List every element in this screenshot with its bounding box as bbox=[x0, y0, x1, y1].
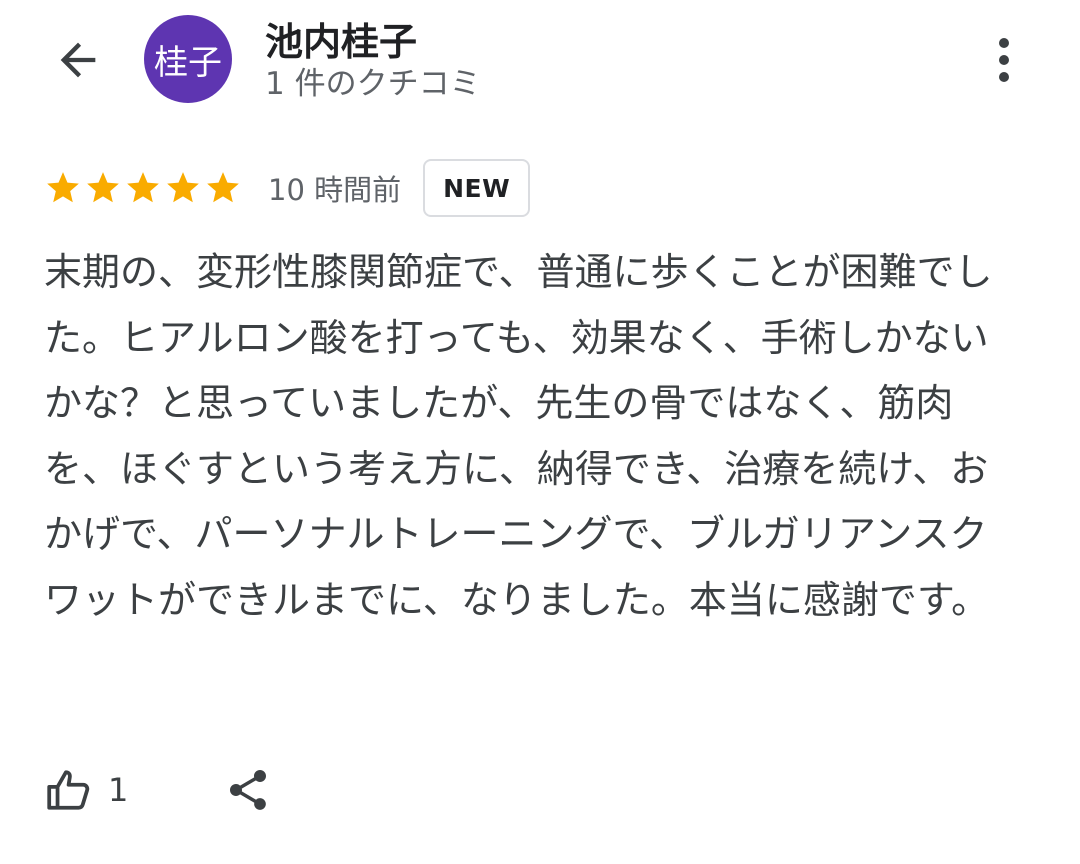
star-icon bbox=[124, 169, 162, 207]
star-icon bbox=[204, 169, 242, 207]
more-vert-icon bbox=[999, 38, 1009, 48]
star-icon bbox=[44, 169, 82, 207]
star-icon bbox=[84, 169, 122, 207]
more-options-button[interactable] bbox=[980, 30, 1028, 90]
share-button[interactable] bbox=[224, 766, 272, 814]
thumb-up-icon bbox=[47, 770, 90, 810]
share-icon bbox=[230, 770, 267, 810]
review-header: 桂子 池内桂子 1 件のクチコミ bbox=[0, 0, 1080, 120]
review-meta: 10 時間前 NEW bbox=[44, 158, 531, 218]
like-count: 1 bbox=[108, 771, 129, 809]
avatar[interactable]: 桂子 bbox=[144, 15, 232, 103]
new-badge: NEW bbox=[423, 159, 531, 217]
review-text: 末期の、変形性膝関節症で、普通に歩くことが困難でした。ヒアルロン酸を打っても、効… bbox=[44, 250, 993, 622]
like-button[interactable]: 1 bbox=[44, 765, 128, 815]
star-rating bbox=[44, 169, 242, 207]
avatar-initials: 桂子 bbox=[154, 42, 222, 83]
review-actions: 1 bbox=[44, 760, 272, 820]
review-count: 1 件のクチコミ bbox=[265, 66, 481, 102]
back-button[interactable] bbox=[48, 30, 108, 90]
star-icon bbox=[164, 169, 202, 207]
review-time: 10 時間前 bbox=[268, 173, 402, 207]
arrow-back-icon bbox=[60, 42, 96, 78]
